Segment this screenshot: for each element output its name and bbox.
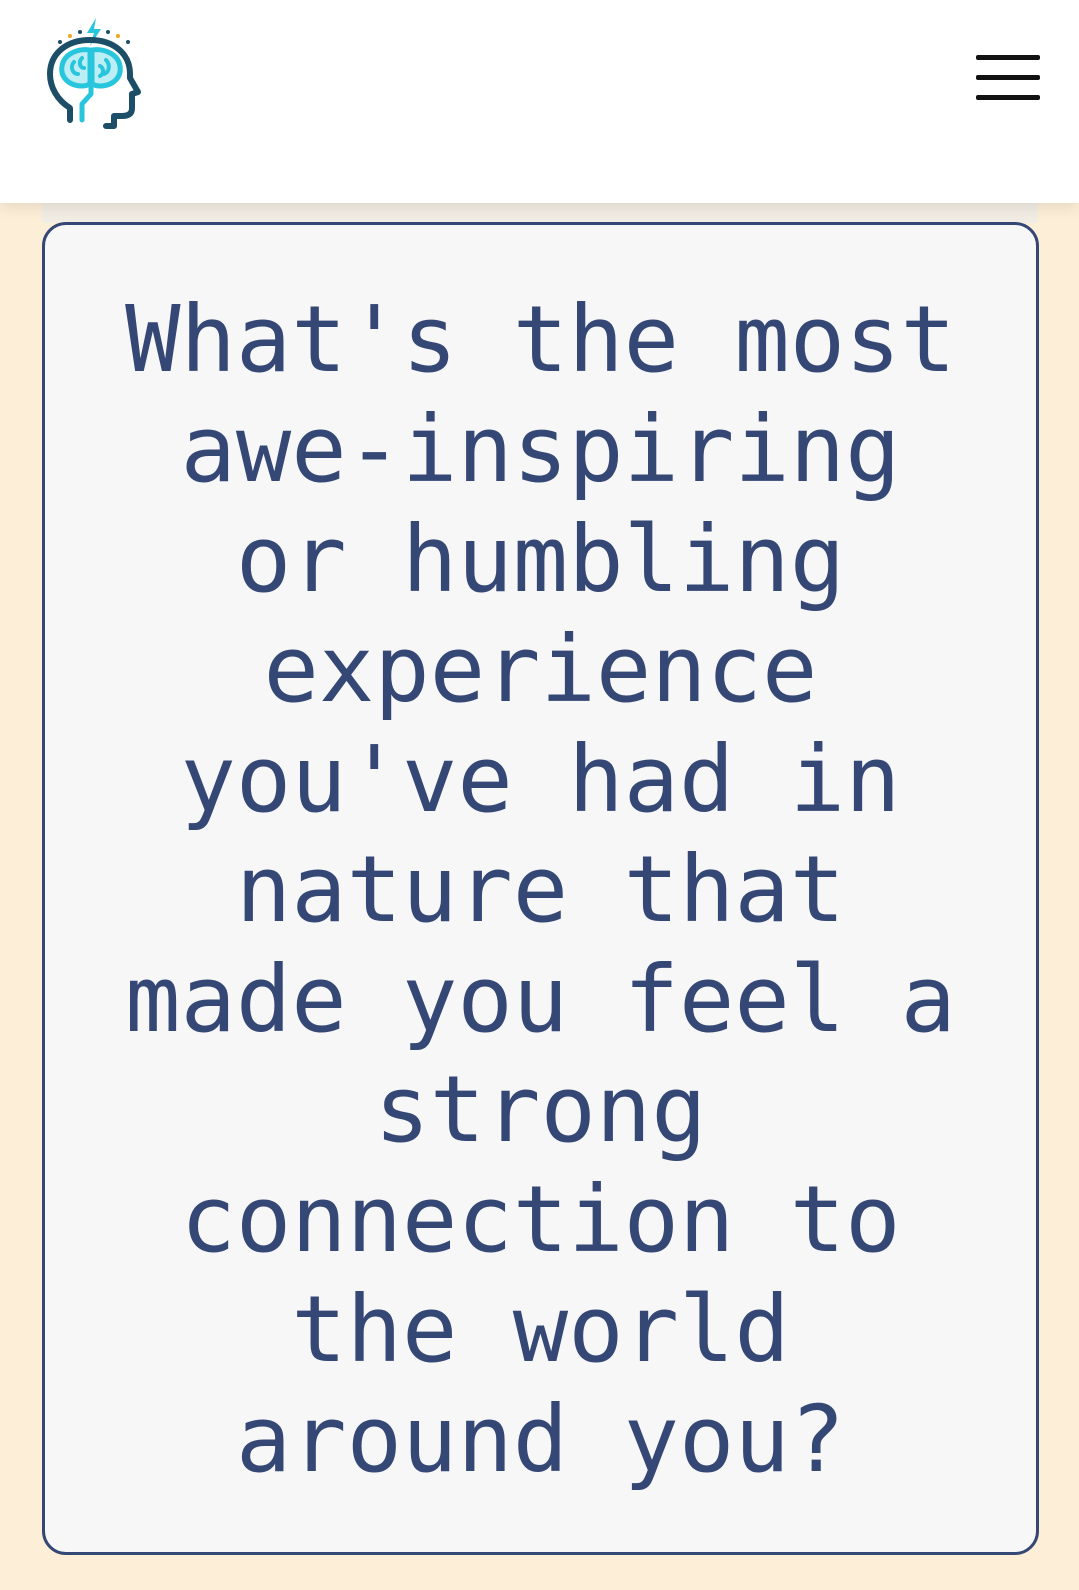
top-nav-bar: [0, 0, 1079, 203]
content-backdrop: [42, 203, 1038, 223]
menu-icon-bar: [976, 75, 1040, 80]
site-logo[interactable]: [40, 16, 152, 136]
menu-button[interactable]: [976, 50, 1042, 106]
question-card: What's the most awe-inspiring or humblin…: [42, 222, 1039, 1555]
menu-icon-bar: [976, 95, 1040, 100]
brain-head-logo-icon: [47, 18, 141, 129]
menu-icon-bar: [976, 55, 1040, 60]
question-text: What's the most awe-inspiring or humblin…: [125, 286, 956, 1493]
